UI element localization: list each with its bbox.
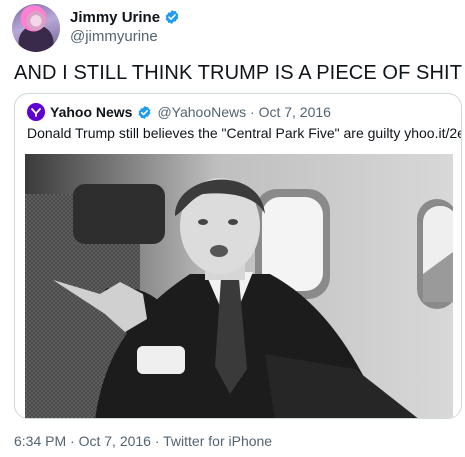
tweet-text: AND I STILL THINK TRUMP IS A PIECE OF SH…	[14, 62, 463, 84]
quoted-verified-badge-icon	[139, 105, 151, 119]
author-handle[interactable]: @jimmyurine	[70, 28, 180, 45]
quoted-display-name[interactable]: Yahoo News	[50, 104, 132, 120]
quoted-meta: @YahooNews · Oct 7, 2016	[157, 104, 331, 120]
author-name-row: Jimmy Urine	[70, 8, 180, 26]
tweet-timestamp[interactable]: 6:34 PM · Oct 7, 2016 · Twitter for iPho…	[14, 433, 272, 449]
author-block: Jimmy Urine @jimmyurine	[70, 8, 180, 45]
avatar[interactable]	[12, 4, 60, 52]
verified-badge-icon	[165, 10, 179, 24]
quoted-photo[interactable]	[25, 154, 453, 419]
author-display-name[interactable]: Jimmy Urine	[70, 9, 160, 26]
quoted-tweet[interactable]: Yahoo News @YahooNews · Oct 7, 2016 Dona…	[14, 93, 462, 419]
quoted-header: Yahoo News @YahooNews · Oct 7, 2016	[27, 103, 331, 121]
quoted-text: Donald Trump still believes the "Central…	[27, 125, 462, 141]
yahoo-logo-icon	[27, 103, 45, 121]
